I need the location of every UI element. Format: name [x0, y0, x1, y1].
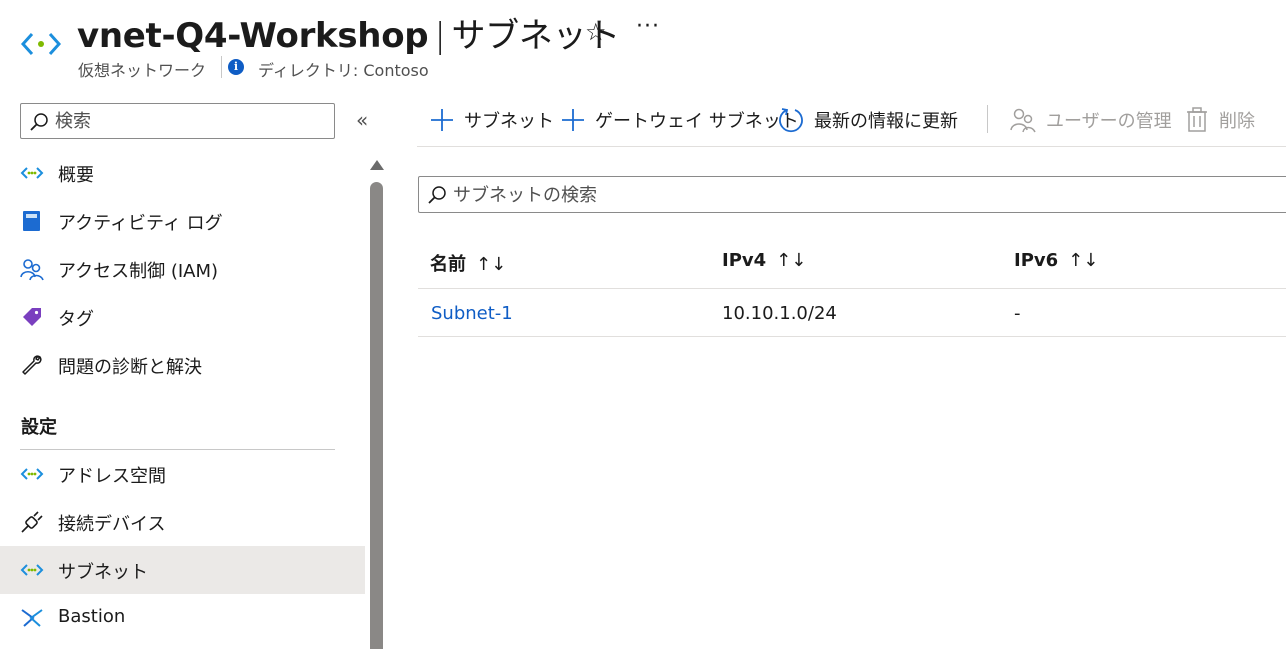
- sidebar-item-connected-devices[interactable]: 接続デバイス: [0, 498, 365, 546]
- sidebar-search[interactable]: [20, 103, 335, 139]
- sort-icon[interactable]: ↑↓: [1068, 250, 1098, 271]
- plug-icon: [21, 511, 43, 533]
- sidebar-item-subnets[interactable]: サブネット: [0, 546, 365, 594]
- title-separator: |: [434, 16, 446, 56]
- refresh-icon: [779, 108, 803, 133]
- sidebar-item-address-space[interactable]: アドレス空間: [0, 450, 365, 498]
- sidebar-item-diagnose[interactable]: 問題の診断と解決: [0, 341, 365, 389]
- sidebar-item-label: Bastion: [58, 606, 126, 627]
- add-gateway-subnet-button[interactable]: ゲートウェイ サブネット: [561, 104, 799, 136]
- favorite-star-icon[interactable]: ☆: [585, 18, 607, 46]
- vnet-icon: [20, 167, 44, 179]
- manage-users-button[interactable]: ユーザーの管理: [1010, 104, 1172, 136]
- sidebar-item-label: タグ: [58, 309, 94, 330]
- subtitle-divider: [221, 56, 222, 78]
- sidebar-item-tags[interactable]: タグ: [0, 293, 365, 341]
- toolbar-bottom-border: [417, 146, 1286, 147]
- refresh-label: 最新の情報に更新: [814, 111, 958, 132]
- add-gateway-subnet-label: ゲートウェイ サブネット: [595, 111, 799, 132]
- users-icon: [1010, 108, 1036, 133]
- page-title: vnet-Q4-Workshop | サブネット: [77, 8, 620, 57]
- info-icon: i: [228, 59, 244, 75]
- directory-label: ディレクトリ: Contoso: [258, 61, 429, 80]
- sidebar-item-label: 接続デバイス: [58, 514, 166, 535]
- settings-section-title: 設定: [21, 417, 57, 438]
- bastion-icon: [21, 609, 43, 627]
- sidebar-item-label: 問題の診断と解決: [58, 357, 202, 378]
- vnet-icon: [20, 468, 44, 480]
- search-icon: [428, 186, 446, 204]
- sidebar-item-label: アドレス空間: [58, 466, 166, 487]
- add-subnet-button[interactable]: サブネット: [430, 104, 554, 136]
- plus-icon: [431, 109, 453, 131]
- sort-icon[interactable]: ↑↓: [776, 250, 806, 271]
- sidebar-item-label: サブネット: [58, 562, 148, 583]
- resource-name: vnet-Q4-Workshop: [77, 16, 429, 56]
- trash-icon: [1187, 107, 1207, 132]
- toolbar-divider: [987, 105, 988, 133]
- subnet-search-input[interactable]: [453, 184, 953, 206]
- sidebar-item-overview[interactable]: 概要: [0, 149, 365, 197]
- sidebar-search-input[interactable]: [55, 110, 325, 132]
- sidebar-item-activity-log[interactable]: アクティビティ ログ: [0, 197, 365, 245]
- activity-log-icon: [23, 211, 40, 231]
- scroll-up-arrow[interactable]: [370, 160, 384, 170]
- sort-icon[interactable]: ↑↓: [476, 254, 506, 275]
- header-row-divider: [418, 288, 1286, 289]
- column-header-ipv6[interactable]: IPv6 ↑↓: [1014, 250, 1098, 271]
- more-options-icon[interactable]: ···: [636, 14, 660, 39]
- tag-icon: [23, 308, 41, 326]
- sidebar-scrollbar-thumb[interactable]: [370, 182, 383, 649]
- column-header-name[interactable]: 名前 ↑↓: [430, 250, 506, 276]
- delete-label: 削除: [1219, 111, 1255, 132]
- sidebar-item-iam[interactable]: アクセス制御 (IAM): [0, 245, 365, 293]
- column-header-label: IPv4: [722, 250, 767, 271]
- sidebar-item-label: 概要: [58, 165, 94, 186]
- column-header-label: 名前: [430, 254, 466, 275]
- plus-icon: [562, 109, 584, 131]
- subnet-ipv6-cell: -: [1014, 303, 1021, 324]
- sidebar-item-label: アクセス制御 (IAM): [58, 261, 219, 282]
- subnet-name-link[interactable]: Subnet-1: [431, 303, 513, 324]
- column-header-label: IPv6: [1014, 250, 1059, 271]
- search-icon: [30, 113, 48, 131]
- row-divider: [418, 336, 1286, 337]
- delete-button[interactable]: 削除: [1185, 104, 1255, 136]
- refresh-button[interactable]: 最新の情報に更新: [778, 104, 958, 136]
- iam-icon: [20, 259, 44, 281]
- sidebar-item-bastion[interactable]: Bastion: [0, 594, 365, 642]
- resource-type: 仮想ネットワーク: [78, 61, 207, 80]
- sidebar-item-label: アクティビティ ログ: [58, 213, 223, 234]
- column-header-ipv4[interactable]: IPv4 ↑↓: [722, 250, 806, 271]
- add-subnet-label: サブネット: [464, 111, 554, 132]
- vnet-resource-icon: [20, 32, 62, 56]
- wrench-icon: [22, 355, 42, 375]
- collapse-sidebar-icon[interactable]: «: [356, 108, 368, 132]
- manage-users-label: ユーザーの管理: [1046, 111, 1172, 132]
- subnet-search[interactable]: [418, 176, 1286, 213]
- vnet-icon: [20, 564, 44, 576]
- subnet-ipv4-cell: 10.10.1.0/24: [722, 303, 837, 324]
